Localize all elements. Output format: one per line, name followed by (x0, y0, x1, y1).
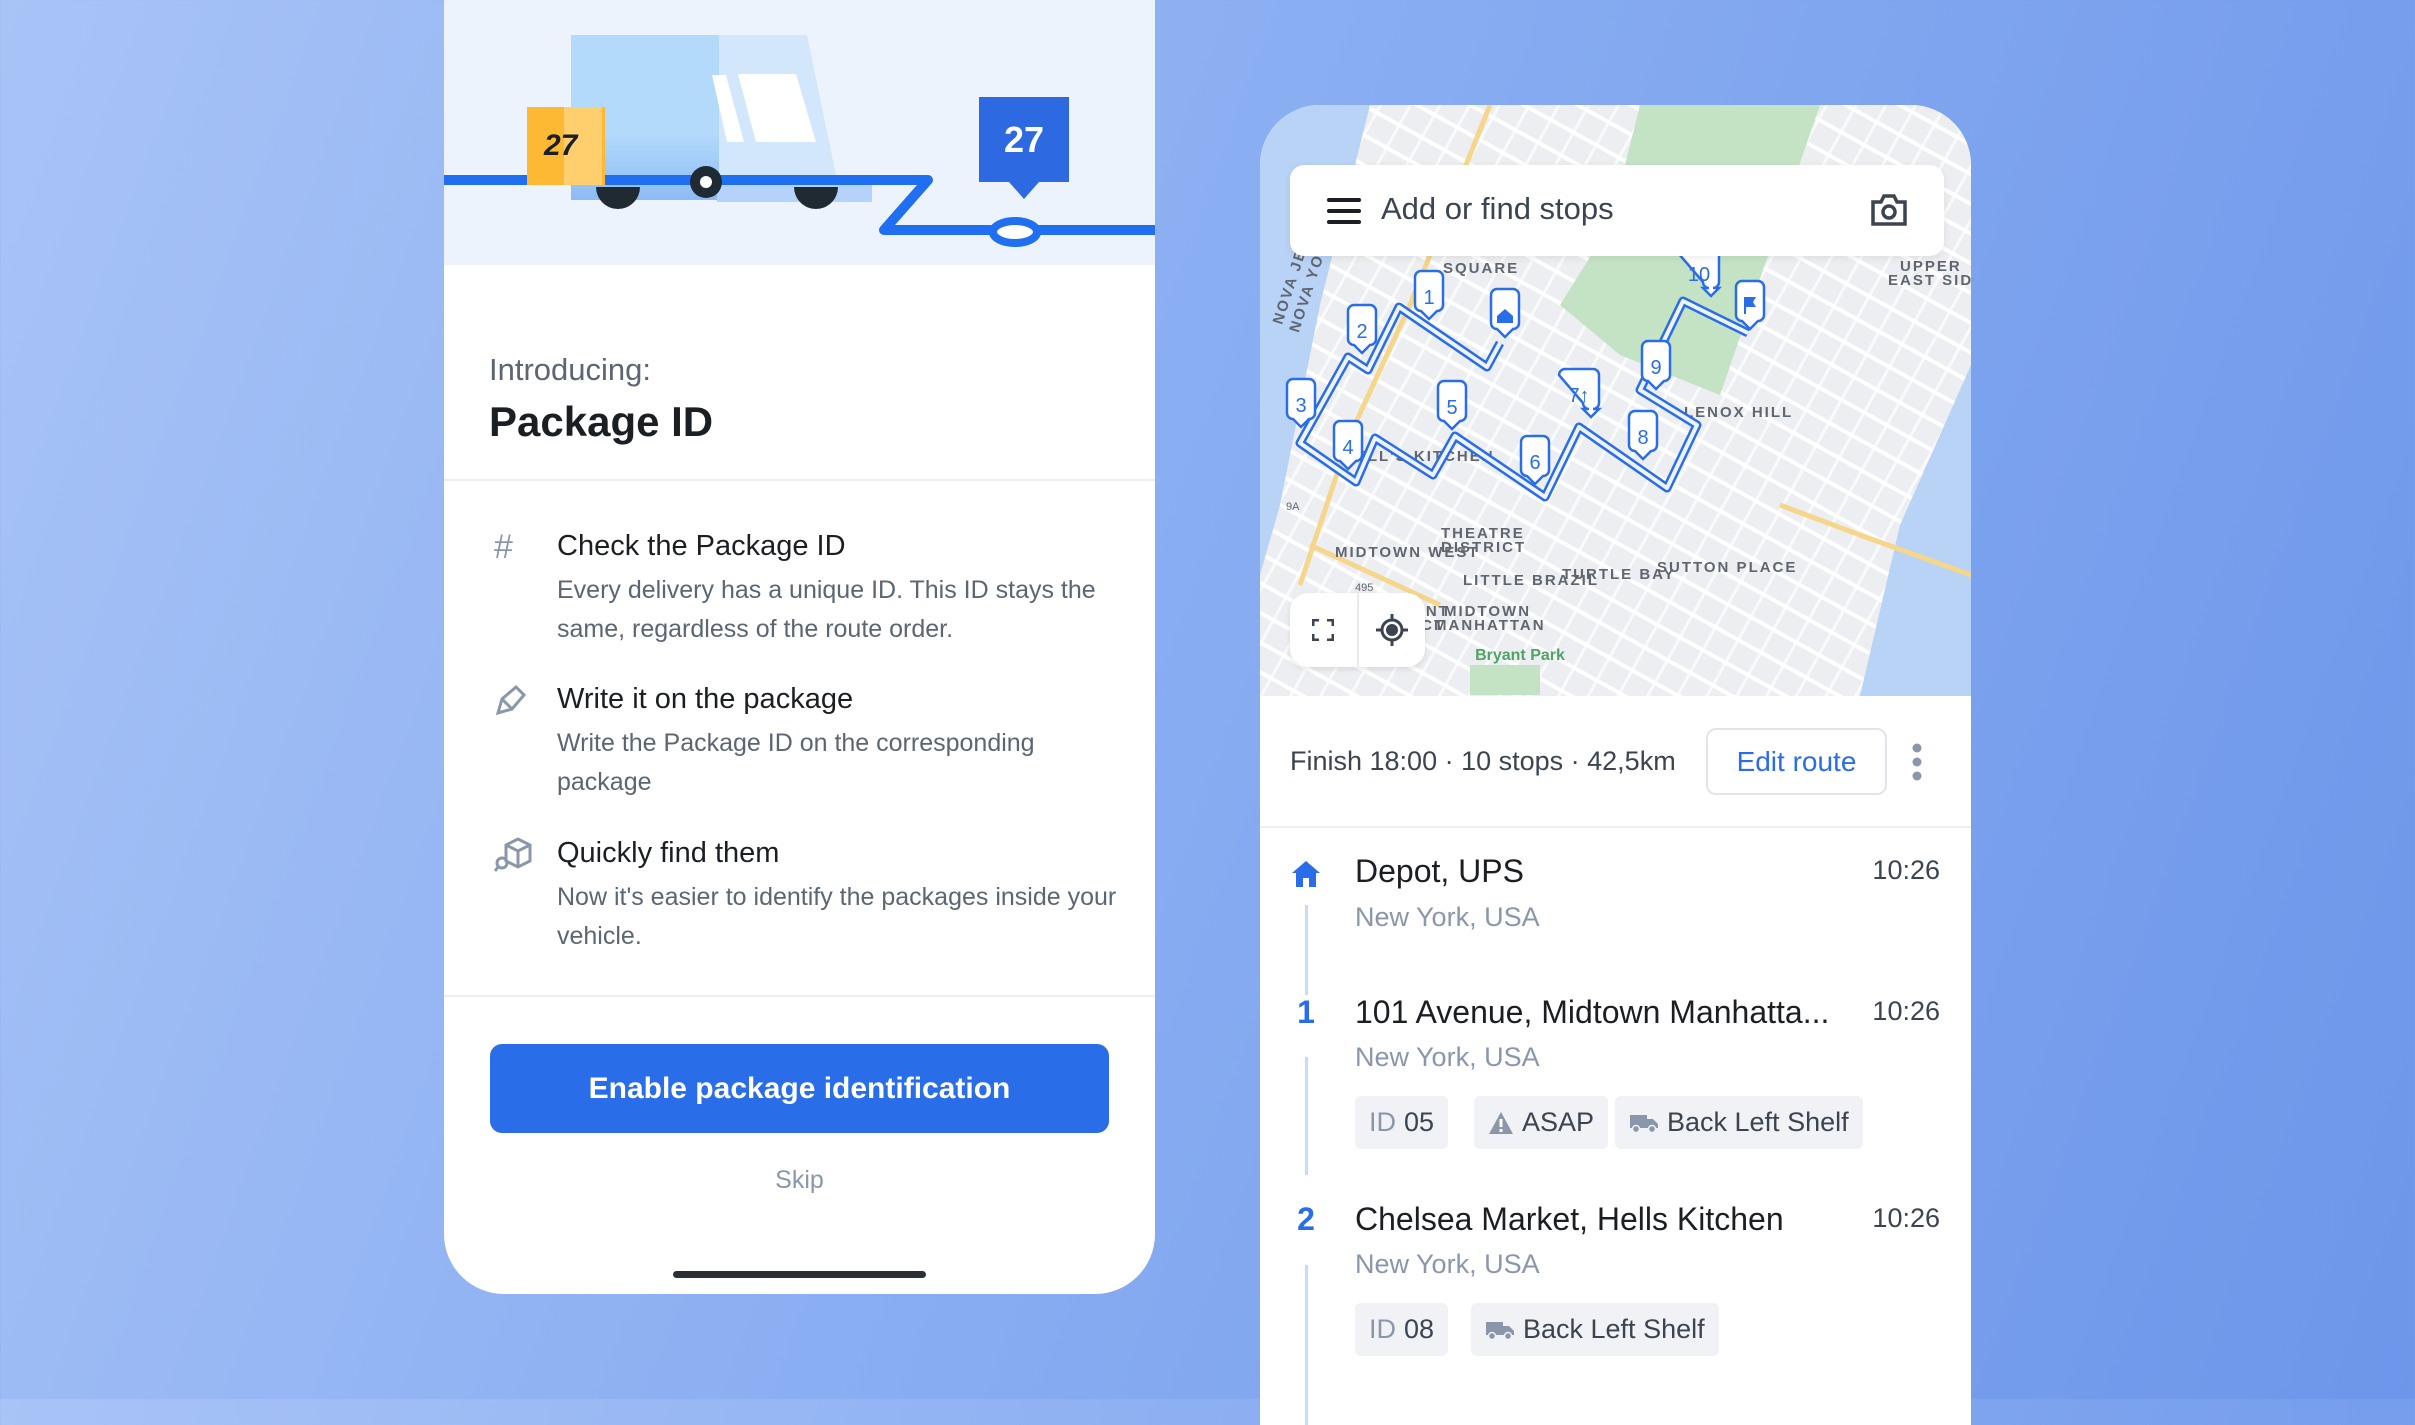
feature-desc: Every delivery has a unique ID. This ID … (557, 576, 1096, 643)
map-marker-label: 8 (1637, 427, 1648, 449)
map-marker-label: 1 (1423, 287, 1434, 309)
map-label: Bryant Park (1475, 647, 1565, 664)
stop-number: 2 (1297, 1201, 1315, 1237)
stop-number: 1 (1297, 994, 1315, 1030)
edit-route-button[interactable]: Edit route (1706, 728, 1887, 795)
package-id-chip: ID 05 (1355, 1096, 1449, 1149)
skip-link[interactable]: Skip (444, 1166, 1155, 1195)
package-search-icon (493, 837, 532, 872)
truck-icon (1630, 1114, 1658, 1133)
map-marker-label: 6 (1529, 452, 1540, 474)
map-label: SQUARE (1443, 260, 1519, 277)
route-summary: Finish 18:00 · 10 stops · 42,5km (1290, 746, 1676, 776)
timeline-line (1305, 1057, 1308, 1175)
chip-value: 08 (1404, 1314, 1435, 1344)
chip-label: ID (1369, 1314, 1396, 1344)
divider (444, 479, 1155, 481)
route-card: SQUARE UPPER EAST SIDE NOVA JERSEY NOVA … (1260, 105, 1971, 1425)
home-icon (1292, 861, 1320, 887)
feature-desc: Write the Package ID on the correspondin… (557, 729, 1035, 796)
divider (1260, 826, 1971, 828)
more-options-icon[interactable] (1911, 743, 1923, 781)
timeline-line (1305, 905, 1308, 995)
stop-subtitle: New York, USA (1355, 902, 1540, 932)
stop-subtitle: New York, USA (1355, 1042, 1540, 1072)
delivery-illustration: 27 27 (444, 0, 1155, 265)
enable-package-identification-button[interactable]: Enable package identification (490, 1044, 1109, 1133)
map-marker-label: 9 (1650, 357, 1661, 379)
feature-title: Write it on the package (557, 683, 854, 715)
truck-icon (1486, 1321, 1514, 1340)
menu-icon[interactable] (1327, 198, 1361, 224)
map-marker-label: 7↑ (1568, 385, 1589, 407)
page-title: Package ID (489, 398, 714, 445)
stop-time: 10:26 (1872, 996, 1940, 1026)
route-map[interactable]: SQUARE UPPER EAST SIDE NOVA JERSEY NOVA … (1260, 105, 1971, 696)
divider (444, 995, 1155, 997)
map-label: DISTRICT (1441, 539, 1526, 556)
intro-label: Introducing: (489, 352, 651, 387)
camera-icon[interactable] (1870, 193, 1908, 227)
stop-title[interactable]: Depot, UPS (1355, 853, 1524, 890)
home-indicator (673, 1271, 926, 1278)
map-label: EAST SIDE (1888, 272, 1971, 289)
map-marker-label: 5 (1446, 397, 1457, 419)
map-label: SUTTON PLACE (1657, 559, 1797, 576)
package-id-chip: ID 08 (1355, 1303, 1449, 1356)
search-input[interactable]: Add or find stops (1381, 191, 1614, 227)
pencil-icon (494, 683, 528, 717)
chip-label: ID (1369, 1107, 1396, 1137)
stop-title[interactable]: 101 Avenue, Midtown Manhatta... (1355, 994, 1829, 1031)
map-label: LENOX HILL (1684, 404, 1793, 421)
package-box-label: 27 (543, 129, 579, 162)
locate-button[interactable] (1359, 593, 1426, 667)
stop-subtitle: New York, USA (1355, 1249, 1540, 1279)
asap-chip: ASAP (1474, 1096, 1609, 1149)
shelf-chip: Back Left Shelf (1471, 1303, 1719, 1356)
locate-icon (1375, 614, 1408, 646)
chip-value: ASAP (1522, 1107, 1595, 1137)
timeline-line (1305, 1265, 1308, 1425)
stop-time: 10:26 (1872, 855, 1940, 885)
feature-title: Check the Package ID (557, 530, 846, 562)
warning-icon (1489, 1111, 1513, 1134)
shelf-chip: Back Left Shelf (1615, 1096, 1863, 1149)
feature-desc: Now it's easier to identify the packages… (557, 883, 1117, 950)
chip-value: Back Left Shelf (1667, 1107, 1849, 1137)
pin-label: 27 (1004, 119, 1044, 160)
feature-title: Quickly find them (557, 837, 780, 869)
hash-icon: # (494, 528, 513, 566)
fullscreen-button[interactable] (1290, 593, 1359, 667)
map-marker-label: 4 (1342, 437, 1353, 459)
expand-icon (1312, 619, 1335, 641)
map-controls (1290, 593, 1425, 667)
map-marker-label: 2 (1356, 321, 1367, 343)
stop-time: 10:26 (1872, 1203, 1940, 1233)
map-marker-label: 3 (1295, 395, 1306, 417)
search-bar[interactable]: Add or find stops (1290, 165, 1944, 256)
package-id-onboarding-card: 27 27 Introducing: Package ID # Check th… (444, 0, 1155, 1294)
chip-value: 05 (1404, 1107, 1435, 1137)
stop-title[interactable]: Chelsea Market, Hells Kitchen (1355, 1201, 1784, 1238)
map-label: MANHATTAN (1434, 617, 1546, 634)
chip-value: Back Left Shelf (1523, 1314, 1705, 1344)
road-shield: 9A (1286, 501, 1300, 513)
map-marker-label: 10 (1688, 264, 1710, 286)
